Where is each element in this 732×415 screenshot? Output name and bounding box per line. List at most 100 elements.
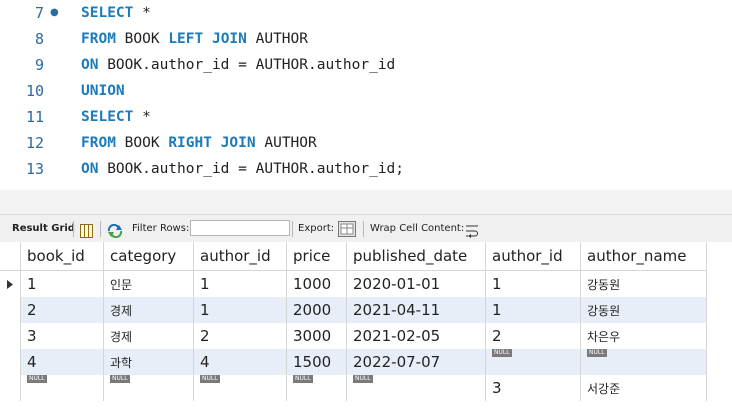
code-line[interactable]: 7 ● SELECT * bbox=[0, 0, 732, 26]
table-cell[interactable]: 3000 bbox=[286, 323, 347, 349]
toolbar-divider bbox=[100, 221, 101, 237]
refresh-icon[interactable] bbox=[107, 222, 123, 239]
sql-keyword: ON bbox=[81, 57, 99, 73]
table-cell[interactable]: 4 bbox=[193, 349, 287, 375]
code-line[interactable]: 11 SELECT * bbox=[0, 104, 732, 130]
column-header[interactable]: author_id bbox=[193, 242, 287, 271]
table-cell[interactable]: 3 bbox=[485, 375, 581, 401]
null-cell[interactable]: NULL bbox=[193, 375, 287, 401]
row-selector[interactable] bbox=[0, 349, 21, 375]
toolbar-divider bbox=[363, 221, 364, 237]
sql-keyword: LEFT JOIN bbox=[168, 31, 247, 47]
sql-text: AUTHOR bbox=[255, 135, 317, 151]
table-cell[interactable]: 2021-02-05 bbox=[346, 323, 486, 349]
table-cell[interactable]: 4 bbox=[20, 349, 104, 375]
table-cell[interactable]: 차은우 bbox=[580, 323, 707, 349]
table-cell[interactable]: 1000 bbox=[286, 270, 347, 297]
table-row[interactable]: 2 경제 1 2000 2021-04-11 1 강동원 bbox=[0, 297, 707, 323]
table-cell[interactable]: 2020-01-01 bbox=[346, 270, 486, 297]
null-badge: NULL bbox=[110, 375, 130, 383]
null-cell[interactable]: NULL bbox=[286, 375, 347, 401]
code-line[interactable]: 8 FROM BOOK LEFT JOIN AUTHOR bbox=[0, 26, 732, 52]
null-badge: NULL bbox=[27, 375, 47, 383]
line-number: 12 bbox=[25, 134, 44, 152]
null-badge: NULL bbox=[587, 349, 607, 357]
toolbar-divider bbox=[292, 221, 293, 237]
code-line[interactable]: 10 UNION bbox=[0, 78, 732, 104]
table-cell[interactable]: 강동원 bbox=[580, 270, 707, 297]
null-badge: NULL bbox=[293, 375, 313, 383]
table-cell[interactable]: 2000 bbox=[286, 297, 347, 323]
table-cell[interactable]: 2021-04-11 bbox=[346, 297, 486, 323]
row-selector[interactable] bbox=[0, 375, 21, 401]
row-selector[interactable] bbox=[0, 270, 21, 297]
null-cell[interactable]: NULL bbox=[346, 375, 486, 401]
table-cell[interactable]: 강동원 bbox=[580, 297, 707, 323]
wrap-text-icon[interactable] bbox=[465, 222, 479, 238]
null-badge: NULL bbox=[200, 375, 220, 383]
table-cell[interactable]: 1 bbox=[193, 297, 287, 323]
column-header[interactable]: price bbox=[286, 242, 347, 271]
table-row[interactable]: NULL NULL NULL NULL NULL 3 서강준 bbox=[0, 375, 707, 401]
column-header[interactable]: category bbox=[103, 242, 194, 271]
table-cell[interactable]: 2 bbox=[485, 323, 581, 349]
table-cell[interactable]: 인문 bbox=[103, 270, 194, 297]
row-selector-header bbox=[0, 242, 21, 271]
table-cell[interactable]: 경제 bbox=[103, 323, 194, 349]
code-line[interactable]: 13 ON BOOK.author_id = AUTHOR.author_id; bbox=[0, 156, 732, 182]
column-header[interactable]: author_name bbox=[580, 242, 707, 271]
table-row[interactable]: 3 경제 2 3000 2021-02-05 2 차은우 bbox=[0, 323, 707, 349]
table-cell[interactable]: 경제 bbox=[103, 297, 194, 323]
row-selector[interactable] bbox=[0, 323, 21, 349]
table-cell[interactable]: 3 bbox=[20, 323, 104, 349]
null-cell[interactable]: NULL bbox=[103, 375, 194, 401]
table-cell[interactable]: 1 bbox=[193, 270, 287, 297]
column-header[interactable]: published_date bbox=[346, 242, 486, 271]
table-cell[interactable]: 서강준 bbox=[580, 375, 707, 401]
filter-rows-input[interactable] bbox=[190, 220, 290, 236]
null-cell[interactable]: NULL bbox=[580, 349, 707, 375]
table-cell[interactable]: 2 bbox=[193, 323, 287, 349]
statement-marker-icon: ● bbox=[50, 7, 59, 18]
table-cell[interactable]: 2 bbox=[20, 297, 104, 323]
table-cell[interactable]: 1 bbox=[485, 270, 581, 297]
sql-text: AUTHOR bbox=[246, 31, 308, 47]
row-selector[interactable] bbox=[0, 297, 21, 323]
table-cell[interactable]: 1 bbox=[485, 297, 581, 323]
export-label: Export: bbox=[298, 223, 335, 234]
code-line[interactable]: 12 FROM BOOK RIGHT JOIN AUTHOR bbox=[0, 130, 732, 156]
line-number: 13 bbox=[25, 160, 44, 178]
sql-text: BOOK.author_id = AUTHOR.author_id bbox=[98, 57, 396, 73]
sql-text: * bbox=[133, 5, 151, 21]
null-cell[interactable]: NULL bbox=[20, 375, 104, 401]
line-number: 10 bbox=[25, 82, 44, 100]
table-row[interactable]: 1 인문 1 1000 2020-01-01 1 강동원 bbox=[0, 270, 707, 297]
null-cell[interactable]: NULL bbox=[485, 349, 581, 375]
sql-keyword: SELECT bbox=[81, 5, 134, 21]
table-cell[interactable]: 과학 bbox=[103, 349, 194, 375]
code-text: SELECT * bbox=[81, 104, 151, 130]
export-icon[interactable] bbox=[338, 221, 356, 237]
table-cell[interactable]: 2022-07-07 bbox=[346, 349, 486, 375]
table-row[interactable]: 4 과학 4 1500 2022-07-07 NULL NULL bbox=[0, 349, 707, 375]
grid-view-icon[interactable] bbox=[80, 222, 93, 238]
sql-keyword: ON bbox=[81, 161, 99, 177]
code-text: ON BOOK.author_id = AUTHOR.author_id; bbox=[81, 156, 404, 182]
line-number: 8 bbox=[34, 30, 44, 48]
sql-editor[interactable]: 7 ● SELECT * 8 FROM BOOK LEFT JOIN AUTHOR 9 ON… bbox=[0, 0, 732, 190]
result-grid-tab[interactable]: Result Grid bbox=[12, 215, 75, 243]
table-cell[interactable]: 1 bbox=[20, 270, 104, 297]
sql-text: BOOK bbox=[115, 31, 169, 47]
code-text: FROM BOOK RIGHT JOIN AUTHOR bbox=[81, 130, 317, 156]
line-number: 9 bbox=[34, 56, 44, 74]
sql-keyword: SELECT bbox=[81, 109, 134, 125]
null-badge: NULL bbox=[353, 375, 373, 383]
sql-text: BOOK bbox=[115, 135, 169, 151]
null-badge: NULL bbox=[492, 349, 512, 357]
column-header[interactable]: book_id bbox=[20, 242, 104, 271]
code-line[interactable]: 9 ON BOOK.author_id = AUTHOR.author_id bbox=[0, 52, 732, 78]
pane-divider[interactable] bbox=[0, 190, 732, 214]
column-header[interactable]: author_id bbox=[485, 242, 581, 271]
table-cell[interactable]: 1500 bbox=[286, 349, 347, 375]
code-text: FROM BOOK LEFT JOIN AUTHOR bbox=[81, 26, 308, 52]
